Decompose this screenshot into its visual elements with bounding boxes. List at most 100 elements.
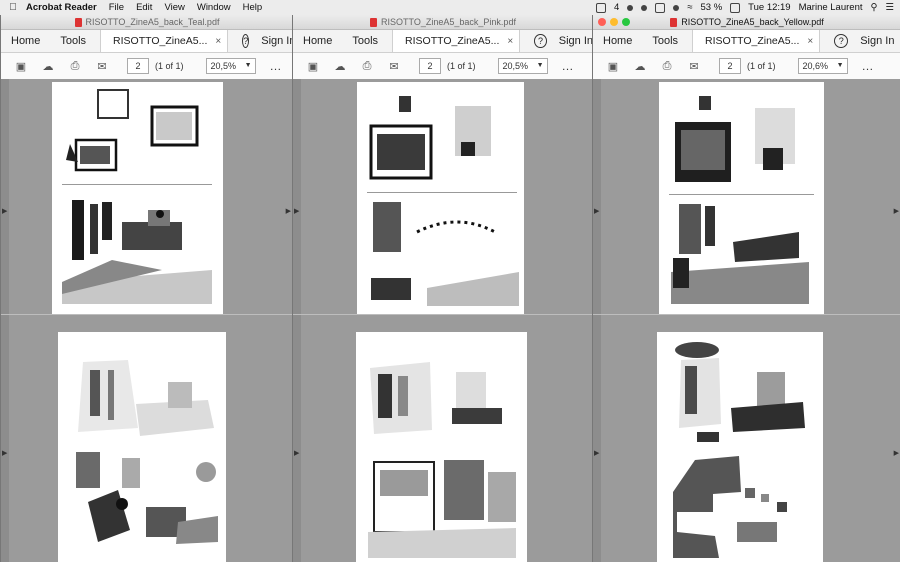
nav-tools[interactable]: Tools [642, 35, 688, 47]
menu-list-icon[interactable]: ☰ [885, 2, 894, 13]
bluetooth-icon[interactable] [673, 4, 680, 11]
expand-left-arrow[interactable]: ▶ [2, 449, 7, 457]
window-yellow: RISOTTO_ZineA5_back_Yellow.pdf Home Tool… [592, 15, 900, 562]
window-controls [598, 18, 630, 26]
nav-tools[interactable]: Tools [342, 35, 388, 47]
expand-left-arrow[interactable]: ▶ [294, 449, 299, 457]
window-title: RISOTTO_ZineA5_back_Teal.pdf [85, 17, 220, 27]
wifi-icon[interactable]: ≈ [687, 2, 692, 13]
menu-view[interactable]: View [164, 2, 184, 13]
document-view[interactable]: ▶ ▶ ▶ [1, 79, 293, 562]
window-title: RISOTTO_ZineA5_back_Yellow.pdf [681, 17, 824, 27]
more-icon[interactable]: … [270, 59, 283, 73]
page-illustration [62, 89, 212, 304]
left-panel-toggle[interactable] [293, 79, 301, 562]
status-area: 4 ≈ 53 % Tue 12:19 Marine Laurent ⚲ ☰ [595, 0, 894, 15]
user-name[interactable]: Marine Laurent [799, 2, 863, 13]
window-title: RISOTTO_ZineA5_back_Pink.pdf [381, 17, 516, 27]
zoom-select[interactable]: 20,6% ▼ [797, 58, 848, 74]
expand-right-arrow[interactable]: ▶ [286, 207, 291, 215]
more-icon[interactable]: … [862, 59, 875, 73]
zoom-select[interactable]: 20,5% ▼ [497, 58, 548, 74]
zoom-window-button[interactable] [622, 18, 630, 26]
expand-right-arrow[interactable]: ▶ [894, 207, 899, 215]
zoom-value: 20,5% [502, 61, 529, 71]
apple-icon[interactable]:  [0, 2, 26, 13]
page-illustration [673, 342, 805, 558]
status-badge-icon[interactable] [595, 2, 606, 13]
mail-icon[interactable]: ✉ [687, 60, 701, 73]
document-view[interactable]: ▶ ▶ [293, 79, 593, 562]
print-icon[interactable]: ⎙ [660, 60, 674, 72]
menu-file[interactable]: File [109, 2, 124, 13]
window-title-bar[interactable]: RISOTTO_ZineA5_back_Teal.pdf [1, 15, 293, 30]
page-number-input[interactable]: 2 [719, 58, 741, 74]
help-icon[interactable]: ? [242, 34, 250, 48]
close-icon[interactable]: × [507, 36, 513, 47]
expand-left-arrow[interactable]: ▶ [294, 207, 299, 215]
nav-home[interactable]: Home [293, 35, 342, 47]
close-window-button[interactable] [598, 18, 606, 26]
clock[interactable]: Tue 12:19 [748, 2, 790, 13]
window-pink: RISOTTO_ZineA5_back_Pink.pdf Home Tools … [292, 15, 593, 562]
upload-icon[interactable]: ☁ [41, 60, 55, 73]
document-tab[interactable]: RISOTTO_ZineA5... × [392, 30, 521, 52]
chevron-down-icon: ▼ [836, 62, 844, 69]
window-title-bar[interactable]: RISOTTO_ZineA5_back_Pink.pdf [293, 15, 593, 30]
upload-icon[interactable]: ☁ [633, 60, 647, 73]
screen-icon[interactable] [655, 2, 666, 13]
pdf-icon [74, 17, 82, 27]
chevron-down-icon: ▼ [244, 62, 252, 69]
document-tab[interactable]: RISOTTO_ZineA5... × [692, 30, 821, 52]
close-icon[interactable]: × [807, 36, 813, 47]
help-icon[interactable]: ? [534, 34, 547, 48]
zoom-value: 20,6% [802, 61, 829, 71]
expand-left-arrow[interactable]: ▶ [594, 449, 599, 457]
sign-in-link[interactable]: Sign In [559, 35, 593, 47]
page-divider [293, 314, 593, 315]
left-panel-toggle[interactable] [1, 79, 9, 562]
mail-icon[interactable]: ✉ [95, 60, 109, 73]
zoom-value: 20,5% [210, 61, 237, 71]
sign-in-link[interactable]: Sign In [860, 35, 894, 47]
nav-home[interactable]: Home [593, 35, 642, 47]
toolbar: ▣ ☁ ⎙ ✉ 2 (1 of 1) 20,5% ▼ … [1, 53, 293, 80]
battery-level[interactable]: 53 % [701, 2, 723, 13]
print-icon[interactable]: ⎙ [68, 60, 82, 72]
nav-tools[interactable]: Tools [50, 35, 96, 47]
pdf-icon [370, 17, 378, 27]
sync-icon[interactable] [641, 4, 648, 11]
expand-left-arrow[interactable]: ▶ [594, 207, 599, 215]
save-icon[interactable]: ▣ [306, 60, 320, 73]
document-tab-label: RISOTTO_ZineA5... [113, 35, 208, 47]
menu-edit[interactable]: Edit [136, 2, 152, 13]
left-panel-toggle[interactable] [593, 79, 601, 562]
save-icon[interactable]: ▣ [14, 60, 28, 73]
print-icon[interactable]: ⎙ [360, 60, 374, 72]
page-count: (1 of 1) [447, 61, 476, 71]
search-icon[interactable]: ⚲ [871, 2, 878, 13]
page-illustration [669, 96, 814, 304]
close-icon[interactable]: × [215, 36, 221, 47]
page-number-input[interactable]: 2 [419, 58, 441, 74]
menu-app[interactable]: Acrobat Reader [26, 2, 97, 13]
minimize-window-button[interactable] [610, 18, 618, 26]
mail-icon[interactable]: ✉ [387, 60, 401, 73]
window-title-bar[interactable]: RISOTTO_ZineA5_back_Yellow.pdf [593, 15, 900, 30]
menu-help[interactable]: Help [243, 2, 263, 13]
page-number-input[interactable]: 2 [127, 58, 149, 74]
expand-right-arrow[interactable]: ▶ [894, 449, 899, 457]
document-tab[interactable]: RISOTTO_ZineA5... × [100, 30, 229, 52]
help-icon[interactable]: ? [834, 34, 849, 48]
dropbox-icon[interactable] [627, 4, 634, 11]
zoom-select[interactable]: 20,5% ▼ [205, 58, 256, 74]
save-icon[interactable]: ▣ [606, 60, 620, 73]
expand-left-arrow[interactable]: ▶ [2, 207, 7, 215]
nav-home[interactable]: Home [1, 35, 50, 47]
more-icon[interactable]: … [562, 59, 575, 73]
page-count: (1 of 1) [155, 61, 184, 71]
document-view[interactable]: ▶ ▶ ▶ ▶ [593, 79, 900, 562]
menu-window[interactable]: Window [197, 2, 231, 13]
upload-icon[interactable]: ☁ [333, 60, 347, 73]
sign-in-link[interactable]: Sign In [261, 35, 293, 47]
